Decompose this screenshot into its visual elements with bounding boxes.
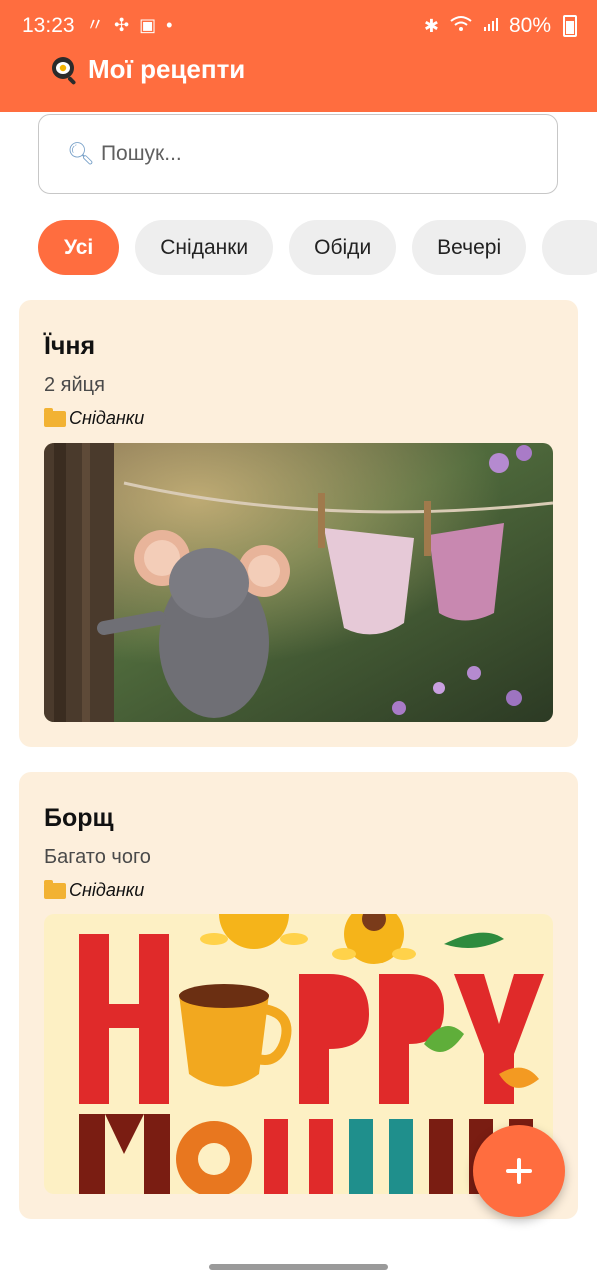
plus-icon: [506, 1158, 532, 1184]
add-recipe-button[interactable]: [473, 1125, 565, 1217]
status-time: 13:23: [22, 14, 75, 37]
category-filter: Усі Сніданки Обіди Вечері: [38, 220, 597, 276]
recipe-image: [44, 443, 553, 722]
signal-activity-icon: 〃: [86, 15, 104, 35]
recipe-category: Сніданки: [44, 879, 145, 901]
chip-label: Вечері: [437, 235, 502, 259]
bluetooth-icon: ✱: [423, 16, 439, 36]
frying-pan-icon: [50, 55, 80, 85]
battery-percent: 80%: [508, 14, 551, 37]
search-input[interactable]: 🔍︎ Пошук...: [38, 114, 558, 194]
chip-label: Сніданки: [160, 235, 249, 259]
chip-more[interactable]: [542, 220, 597, 275]
recipe-category-label: Сніданки: [69, 408, 145, 428]
folder-icon: [44, 407, 66, 427]
cell-signal-icon: [483, 15, 499, 37]
wifi-icon: [449, 15, 473, 38]
recipe-card[interactable]: Їчня 2 яйця Сніданки: [19, 300, 578, 747]
home-indicator[interactable]: [209, 1264, 388, 1270]
chip-dinners[interactable]: Вечері: [412, 220, 527, 275]
page-title: Мої рецепти: [50, 54, 245, 85]
fan-icon: ✣: [114, 15, 130, 35]
recipe-category: Сніданки: [44, 407, 145, 429]
recipe-title: Борщ: [44, 804, 114, 832]
recipe-category-label: Сніданки: [69, 880, 145, 900]
search-placeholder: Пошук...: [100, 142, 182, 165]
recipe-description: 2 яйця: [44, 374, 105, 396]
status-bar: 13:23 〃 ✣ ▣ • ✱ 80%: [0, 0, 597, 52]
app-title-text: Мої рецепти: [88, 54, 246, 84]
system-icons: ✱ 80%: [424, 14, 577, 38]
dot-icon: •: [166, 15, 173, 35]
folder-icon: [44, 879, 66, 899]
chip-lunches[interactable]: Обіди: [289, 220, 397, 275]
chip-label: Обіди: [314, 235, 372, 259]
chip-label: Усі: [64, 235, 94, 259]
image-icon: ▣: [139, 15, 157, 35]
notification-icons: 〃 ✣ ▣ •: [86, 14, 172, 36]
recipe-title: Їчня: [44, 332, 96, 360]
chip-breakfasts[interactable]: Сніданки: [135, 220, 274, 275]
app-header: 13:23 〃 ✣ ▣ • ✱ 80% Мої рецепти: [0, 0, 597, 112]
recipe-description: Багато чого: [44, 846, 151, 868]
search-icon: 🔍︎: [67, 141, 95, 166]
chip-all[interactable]: Усі: [38, 220, 120, 275]
battery-icon: [563, 15, 577, 37]
